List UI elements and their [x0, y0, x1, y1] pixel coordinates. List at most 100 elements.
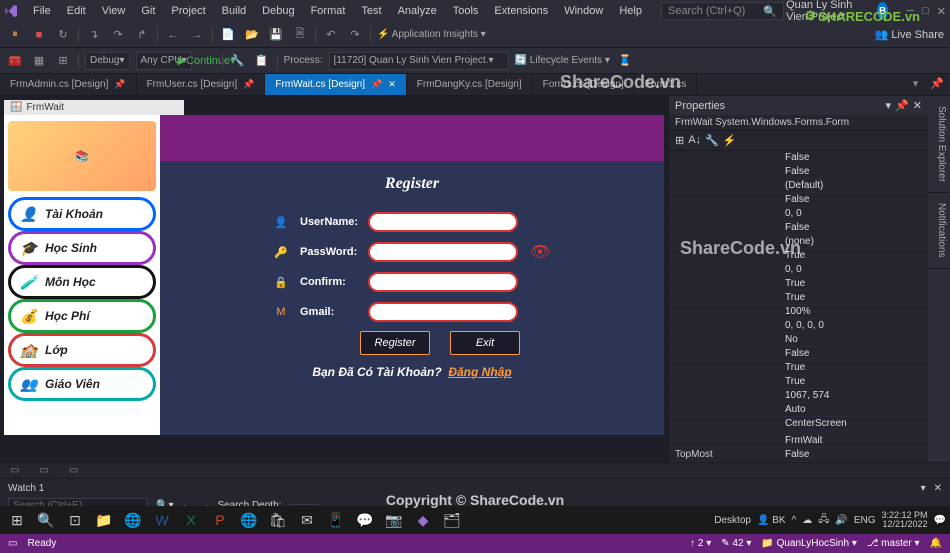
- dropdown-icon[interactable]: ▾: [886, 99, 892, 112]
- menu-edit[interactable]: Edit: [60, 3, 93, 19]
- nav-môn-học[interactable]: 🧪Môn Học: [8, 265, 156, 299]
- login-link[interactable]: Đăng Nhập: [448, 365, 511, 379]
- save-icon[interactable]: 💾: [267, 26, 285, 44]
- property-row[interactable]: No: [669, 333, 928, 347]
- prop-value[interactable]: False: [785, 449, 922, 460]
- quick-search[interactable]: Search (Ctrl+Q)🔍: [661, 2, 784, 20]
- network-icon[interactable]: 🖧: [818, 512, 829, 529]
- nav-học-phí[interactable]: 💰Học Phí: [8, 299, 156, 333]
- text-input[interactable]: [368, 212, 518, 232]
- menu-file[interactable]: File: [26, 3, 58, 19]
- register-button[interactable]: Register: [360, 331, 430, 355]
- prop-value[interactable]: FrmWait: [785, 435, 922, 446]
- nav-lớp[interactable]: 🏫Lớp: [8, 333, 156, 367]
- prop-value[interactable]: True: [785, 376, 922, 387]
- app-icon[interactable]: 🗂: [439, 508, 465, 532]
- maximize-icon[interactable]: □: [922, 5, 929, 18]
- continue-button[interactable]: ▶ Continue ▾: [198, 52, 216, 70]
- notifications-tab[interactable]: Notifications: [928, 193, 950, 268]
- prop-value[interactable]: 0, 0: [785, 208, 922, 219]
- step-out-icon[interactable]: ↱: [133, 26, 151, 44]
- selected-object[interactable]: FrmWait System.Windows.Forms.Form: [669, 115, 928, 131]
- properties-grid[interactable]: FalseFalse(Default)False0, 0False(none)T…: [669, 151, 928, 462]
- tab-icon[interactable]: ▭: [39, 465, 48, 476]
- property-row[interactable]: Auto: [669, 403, 928, 417]
- nav-học-sinh[interactable]: 🎓Học Sinh: [8, 231, 156, 265]
- action-center-icon[interactable]: 💬: [934, 515, 946, 526]
- chrome-icon[interactable]: 🌐: [120, 508, 146, 532]
- prop-value[interactable]: False: [785, 348, 922, 359]
- eye-icon[interactable]: 👁: [530, 242, 550, 262]
- property-row[interactable]: 0, 0: [669, 263, 928, 277]
- property-row[interactable]: True: [669, 291, 928, 305]
- new-icon[interactable]: 📄: [219, 26, 237, 44]
- prop-value[interactable]: Auto: [785, 404, 922, 415]
- explorer-icon[interactable]: 📁: [91, 508, 117, 532]
- tab-form1-cs[interactable]: Form1.cs: [635, 74, 698, 95]
- tray-chevron-icon[interactable]: ^: [792, 515, 797, 526]
- output-icon[interactable]: ▭: [8, 538, 17, 549]
- property-row[interactable]: (Default): [669, 179, 928, 193]
- property-row[interactable]: False: [669, 347, 928, 361]
- prop-value[interactable]: True: [785, 362, 922, 373]
- prop-value[interactable]: False: [785, 152, 922, 163]
- git-changes[interactable]: ✎ 42 ▾: [721, 538, 751, 549]
- prop-value[interactable]: CenterScreen: [785, 418, 922, 429]
- property-row[interactable]: False: [669, 221, 928, 235]
- property-row[interactable]: TopMostFalse: [669, 448, 928, 462]
- nav-giáo-viên[interactable]: 👥Giáo Viên: [8, 367, 156, 401]
- property-row[interactable]: True: [669, 249, 928, 263]
- store-icon[interactable]: 🛍: [265, 508, 291, 532]
- menu-project[interactable]: Project: [164, 3, 212, 19]
- word-icon[interactable]: W: [149, 508, 175, 532]
- prop-value[interactable]: 100%: [785, 306, 922, 317]
- step-over-icon[interactable]: ↷: [109, 26, 127, 44]
- live-share-button[interactable]: 👥 Live Share: [875, 28, 944, 41]
- tab-frmuser[interactable]: FrmUser.cs [Design]📌: [137, 74, 266, 95]
- lang-indicator[interactable]: ENG: [854, 515, 876, 526]
- events-icon[interactable]: ⚡: [723, 134, 737, 147]
- bk-icon[interactable]: 👤 BK: [757, 515, 786, 526]
- prop-value[interactable]: No: [785, 334, 922, 345]
- undo-icon[interactable]: ↶: [322, 26, 340, 44]
- solution-explorer-tab[interactable]: Solution Explorer: [928, 96, 950, 193]
- alphabetical-icon[interactable]: A↓: [688, 134, 701, 147]
- app-icon[interactable]: 📷: [381, 508, 407, 532]
- redo-icon[interactable]: ↷: [346, 26, 364, 44]
- tool-icon[interactable]: 📋: [253, 52, 271, 70]
- close-icon[interactable]: ✕: [934, 483, 942, 494]
- property-row[interactable]: (none): [669, 235, 928, 249]
- property-row[interactable]: FrmWait: [669, 434, 928, 448]
- close-icon[interactable]: ✕: [937, 5, 946, 18]
- prop-value[interactable]: True: [785, 292, 922, 303]
- property-row[interactable]: False: [669, 151, 928, 165]
- tab-pin-icon[interactable]: 📌: [924, 74, 950, 95]
- restart-icon[interactable]: ↻: [54, 26, 72, 44]
- tab-icon[interactable]: ▭: [10, 465, 19, 476]
- pin-icon[interactable]: 📌: [895, 99, 909, 112]
- edge-icon[interactable]: 🌐: [236, 508, 262, 532]
- prop-value[interactable]: False: [785, 166, 922, 177]
- prop-value[interactable]: 0, 0, 0, 0: [785, 320, 922, 331]
- text-input[interactable]: [368, 302, 518, 322]
- notifications-icon[interactable]: 🔔: [930, 538, 942, 549]
- app-icon[interactable]: 💬: [352, 508, 378, 532]
- property-row[interactable]: False: [669, 193, 928, 207]
- tab-icon[interactable]: ▭: [69, 465, 78, 476]
- step-into-icon[interactable]: ↴: [85, 26, 103, 44]
- menu-tools[interactable]: Tools: [446, 3, 486, 19]
- powerpoint-icon[interactable]: P: [207, 508, 233, 532]
- menu-window[interactable]: Window: [557, 3, 610, 19]
- align-icon[interactable]: ⊞: [54, 52, 72, 70]
- prop-value[interactable]: (none): [785, 236, 922, 247]
- clock[interactable]: 3:22:12 PM12/21/2022: [882, 511, 928, 529]
- categorized-icon[interactable]: ⊞: [675, 134, 684, 147]
- onedrive-icon[interactable]: ☁: [802, 515, 812, 526]
- close-tab-icon[interactable]: ✕: [388, 79, 396, 90]
- vs-icon[interactable]: ◆: [410, 508, 436, 532]
- lifecycle-dropdown[interactable]: 🔄 Lifecycle Events ▾: [515, 55, 610, 66]
- tab-frmadmin[interactable]: FrmAdmin.cs [Design]📌: [0, 74, 137, 95]
- excel-icon[interactable]: X: [178, 508, 204, 532]
- property-row[interactable]: 0, 0, 0, 0: [669, 319, 928, 333]
- git-branch[interactable]: ⎇ master ▾: [867, 538, 920, 549]
